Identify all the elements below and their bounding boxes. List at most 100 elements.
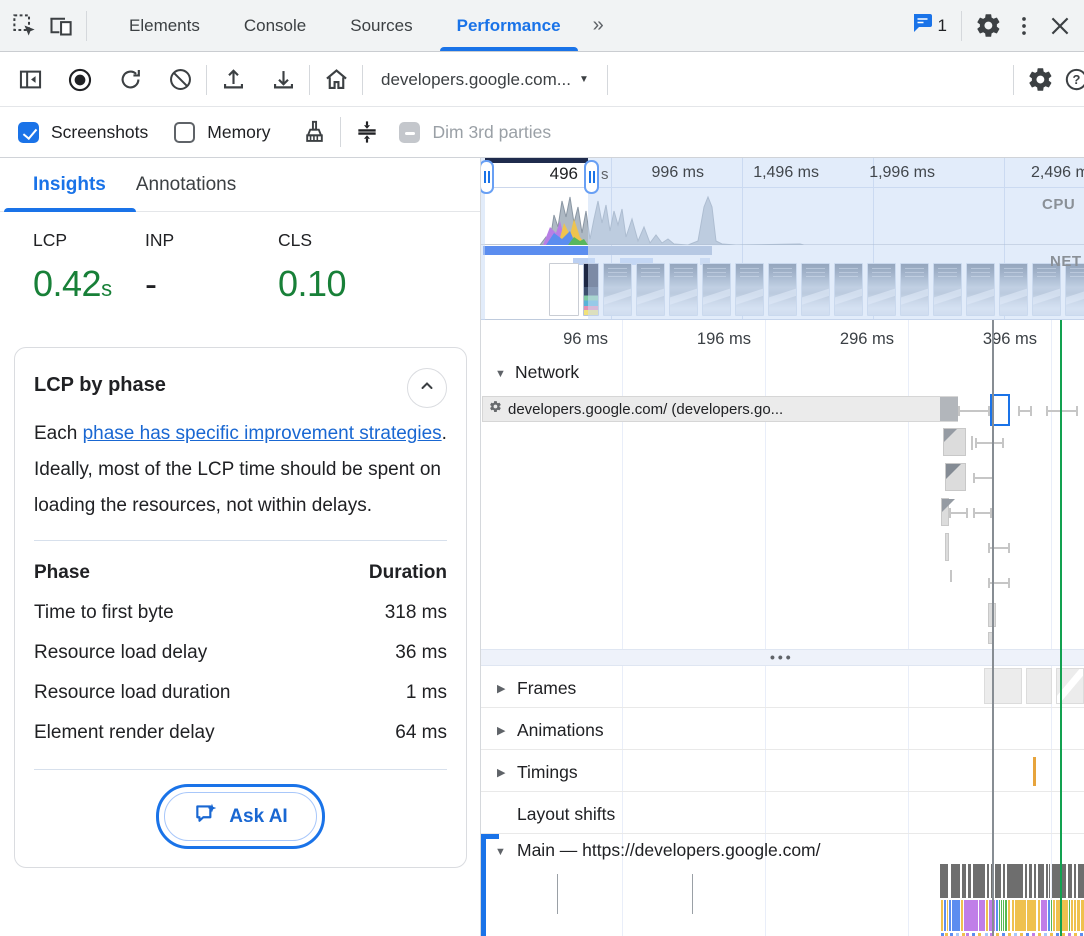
task-bar[interactable] — [1078, 864, 1084, 898]
activity-bar[interactable] — [1001, 900, 1002, 931]
tab-elements[interactable]: Elements — [107, 0, 222, 51]
activity-bar[interactable] — [996, 900, 998, 931]
activity-bar[interactable] — [1077, 900, 1080, 931]
activity-bar[interactable] — [947, 900, 948, 931]
sidebar-tab-annotations[interactable]: Annotations — [136, 158, 236, 211]
home-icon[interactable] — [318, 62, 354, 98]
ask-ai-button[interactable]: Ask AI — [156, 784, 324, 849]
tab-sources[interactable]: Sources — [328, 0, 434, 51]
page-selector-dropdown[interactable]: developers.google.com... ▼ — [371, 70, 599, 90]
task-bar[interactable] — [1068, 864, 1072, 898]
sidebar-tab-insights[interactable]: Insights — [33, 158, 106, 211]
download-profile-icon[interactable] — [265, 62, 301, 98]
improvement-strategies-link[interactable]: phase has specific improvement strategie… — [83, 423, 442, 444]
kebab-menu-icon[interactable] — [1006, 8, 1042, 44]
activity-bar[interactable] — [1069, 900, 1070, 931]
activity-bar[interactable] — [961, 900, 963, 931]
activity-bar[interactable] — [1038, 900, 1040, 931]
network-request[interactable]: developers.google.com/ (developers.go... — [482, 396, 958, 422]
task-bar[interactable] — [1034, 864, 1036, 898]
activity-bar[interactable] — [1003, 900, 1004, 931]
activity-bar[interactable] — [1027, 900, 1036, 931]
task-bar[interactable] — [1046, 864, 1048, 898]
inspect-icon[interactable] — [6, 8, 42, 44]
activity-bar[interactable] — [1053, 900, 1055, 931]
activity-bar[interactable] — [1041, 900, 1047, 931]
activity-bar[interactable] — [999, 900, 1000, 931]
task-bar[interactable] — [973, 864, 985, 898]
task-bar[interactable] — [995, 864, 1001, 898]
activity-bar[interactable] — [1071, 900, 1073, 931]
track-layout-shifts-label[interactable]: Layout shifts — [517, 804, 615, 825]
activity-bar[interactable] — [979, 900, 985, 931]
collect-garbage-icon[interactable] — [296, 114, 332, 150]
memory-checkbox[interactable] — [174, 122, 195, 143]
task-bar[interactable] — [1052, 864, 1066, 898]
task-bar[interactable] — [940, 864, 948, 898]
track-network-label[interactable]: Network — [515, 362, 579, 383]
frame-thumbnail[interactable] — [1026, 668, 1052, 704]
record-and-reload-icon[interactable] — [112, 62, 148, 98]
collapse-tracks-icon[interactable] — [349, 114, 385, 150]
activity-bar[interactable] — [941, 900, 943, 931]
activity-bar[interactable] — [964, 900, 978, 931]
disclosure-triangle-icon[interactable]: ▼ — [495, 846, 506, 858]
activity-bar[interactable] — [952, 900, 960, 931]
disclosure-triangle-icon[interactable]: ▼ — [495, 368, 506, 380]
performance-timeline[interactable]: 996 ms1,496 ms1,996 ms2,496 msCPUNET496s… — [481, 158, 1084, 936]
disclosure-triangle-icon[interactable]: ▶ — [497, 766, 505, 779]
task-bar[interactable] — [1007, 864, 1023, 898]
more-tabs-icon[interactable]: » — [583, 14, 612, 37]
frame-thumbnail[interactable] — [984, 668, 1022, 704]
activity-bar[interactable] — [1008, 900, 1010, 931]
task-bar[interactable] — [1029, 864, 1032, 898]
activity-bar[interactable] — [1048, 900, 1050, 931]
network-request-bar[interactable] — [945, 463, 966, 491]
task-bar[interactable] — [1003, 864, 1005, 898]
activity-bar[interactable] — [1051, 900, 1052, 931]
clear-icon[interactable] — [162, 62, 198, 98]
track-frames-label[interactable]: Frames — [517, 678, 576, 699]
network-request-bar[interactable] — [941, 498, 949, 526]
track-animations-label[interactable]: Animations — [517, 720, 604, 741]
task-bar[interactable] — [1038, 864, 1044, 898]
record-button[interactable] — [62, 62, 98, 98]
device-toolbar-icon[interactable] — [42, 8, 78, 44]
network-request-bar[interactable] — [943, 428, 966, 456]
task-bar[interactable] — [1025, 864, 1027, 898]
task-bar[interactable] — [1074, 864, 1076, 898]
selection-handle-right[interactable] — [584, 160, 599, 194]
task-bar[interactable] — [968, 864, 971, 898]
activity-bar[interactable] — [949, 900, 951, 931]
settings-gear-icon[interactable] — [970, 8, 1006, 44]
toggle-sidebar-icon[interactable] — [12, 62, 48, 98]
activity-bar[interactable] — [1015, 900, 1026, 931]
task-bar[interactable] — [987, 864, 989, 898]
task-bar[interactable] — [962, 864, 966, 898]
activity-bar[interactable] — [944, 900, 946, 931]
capture-settings-gear-icon[interactable] — [1022, 62, 1058, 98]
activity-bar[interactable] — [1074, 900, 1076, 931]
track-main-label[interactable]: Main — https://developers.google.com/ — [517, 840, 821, 861]
close-icon[interactable] — [1042, 8, 1078, 44]
network-request-bar[interactable] — [945, 533, 949, 561]
task-bar[interactable] — [951, 864, 960, 898]
track-timings-label[interactable]: Timings — [517, 762, 578, 783]
activity-bar[interactable] — [1005, 900, 1007, 931]
activity-bar[interactable] — [1056, 900, 1068, 931]
upload-profile-icon[interactable] — [215, 62, 251, 98]
disclosure-triangle-icon[interactable]: ▶ — [497, 724, 505, 737]
timing-marker[interactable] — [1033, 757, 1036, 786]
tab-performance[interactable]: Performance — [435, 0, 583, 51]
help-icon[interactable] — [1058, 62, 1084, 98]
track-resize-handle[interactable]: ••• — [770, 649, 794, 665]
screenshot-thumbnail[interactable] — [549, 263, 579, 316]
messages-button[interactable]: 1 — [904, 11, 953, 40]
activity-bar[interactable] — [986, 900, 988, 931]
disclosure-triangle-icon[interactable]: ▶ — [497, 682, 505, 695]
activity-bar[interactable] — [1012, 900, 1014, 931]
screenshots-checkbox[interactable] — [18, 122, 39, 143]
task-bar[interactable] — [1049, 864, 1050, 898]
dim-3rd-parties-checkbox[interactable] — [399, 122, 420, 143]
tab-console[interactable]: Console — [222, 0, 328, 51]
